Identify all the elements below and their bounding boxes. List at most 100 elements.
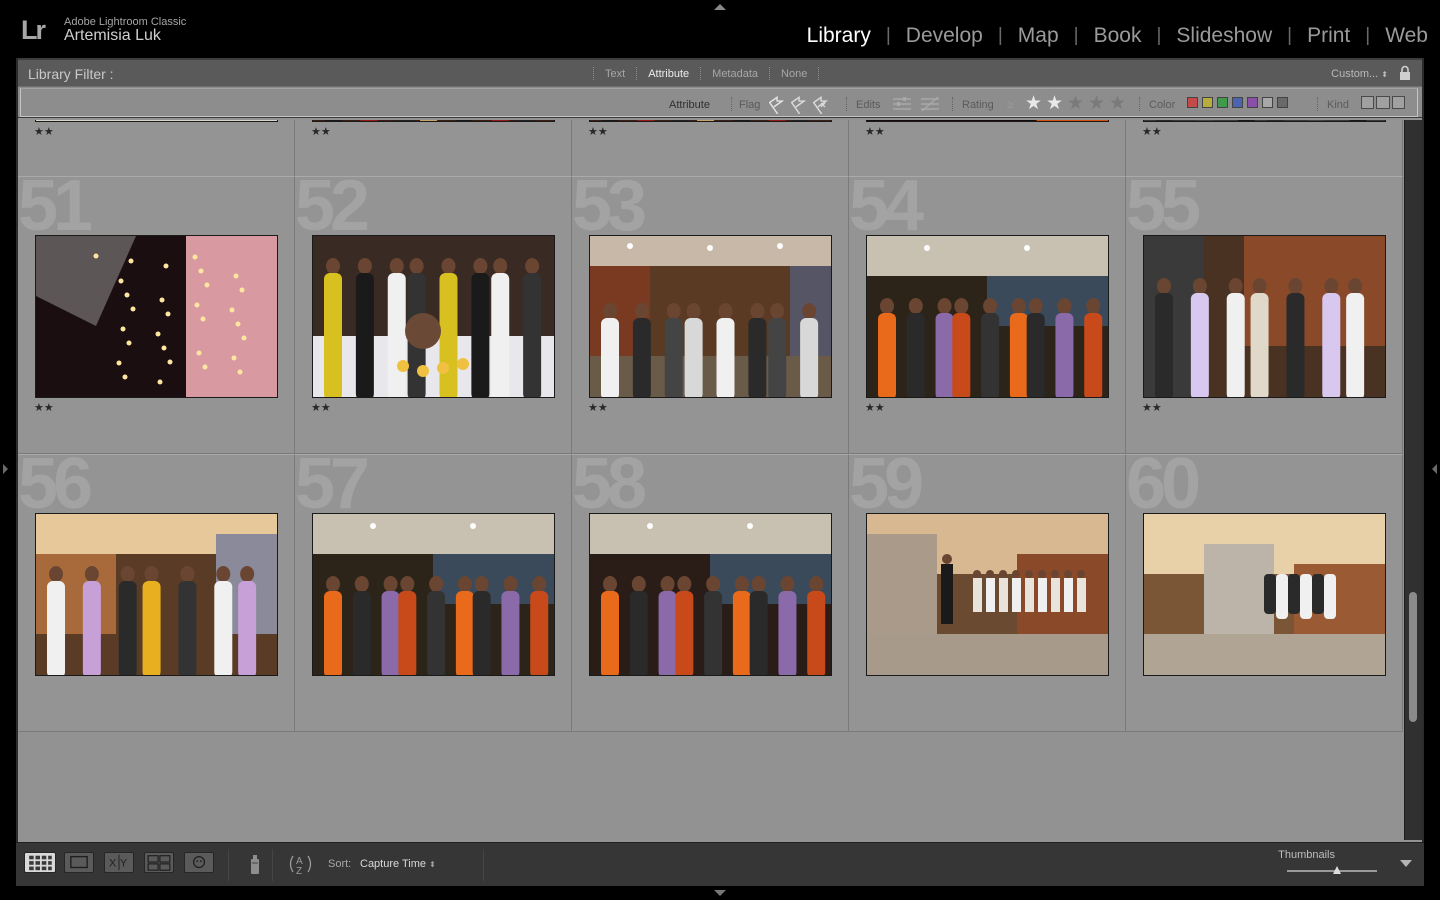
sort-direction-icon[interactable]: AZ	[286, 853, 322, 875]
photo-rating[interactable]: ★★	[311, 401, 331, 414]
rating-star-icon[interactable]: ★	[1067, 94, 1084, 114]
module-print[interactable]: Print	[1307, 24, 1350, 48]
videos-icon[interactable]	[1392, 96, 1405, 109]
grid-cell[interactable]: 55 ★★	[1126, 176, 1403, 454]
tab-none[interactable]: None	[770, 68, 818, 80]
attribute-heading: Attribute	[669, 99, 710, 111]
color-label-swatch[interactable]	[1262, 97, 1273, 108]
photo-rating[interactable]: ★★	[865, 125, 885, 138]
rating-star-icon[interactable]: ★	[1109, 94, 1126, 114]
photo-rating[interactable]: ★★	[311, 125, 331, 138]
compare-view-icon[interactable]: XY	[104, 852, 134, 873]
collapse-top-panel-icon[interactable]	[714, 4, 726, 10]
color-label-swatch[interactable]	[1217, 97, 1228, 108]
module-map[interactable]: Map	[1018, 24, 1059, 48]
edits-label: Edits	[856, 99, 881, 111]
photo-thumbnail[interactable]	[1143, 235, 1386, 398]
photo-thumbnail[interactable]	[866, 235, 1109, 398]
photo-thumbnail[interactable]	[312, 513, 555, 676]
color-label-swatch[interactable]	[1277, 97, 1288, 108]
loupe-view-icon[interactable]	[64, 852, 94, 873]
divider	[1139, 97, 1140, 111]
grid-cell[interactable]: ★★	[1126, 120, 1403, 178]
unflagged-flag-icon[interactable]	[791, 94, 809, 114]
left-panel-toggle-icon[interactable]	[3, 464, 8, 474]
color-label-swatch[interactable]	[1247, 97, 1258, 108]
module-picker: Library | Develop | Map | Book | Slideshow | Print…	[807, 24, 1428, 48]
grid-cell[interactable]: 53 ★★	[572, 176, 849, 454]
photo-thumbnail[interactable]	[35, 120, 278, 122]
virtual-copies-icon[interactable]	[1376, 96, 1390, 109]
unedited-icon[interactable]	[919, 95, 941, 113]
lock-icon[interactable]	[1399, 65, 1411, 81]
grid-cell[interactable]: 60	[1126, 454, 1403, 732]
color-label-swatch[interactable]	[1187, 97, 1198, 108]
grid-cell[interactable]: 2 ★★	[572, 120, 849, 178]
module-develop[interactable]: Develop	[906, 24, 983, 48]
grid-cell[interactable]: 54 ★★	[849, 176, 1126, 454]
photo-thumbnail[interactable]	[1143, 120, 1386, 122]
rating-star-icon[interactable]: ★	[1046, 94, 1063, 114]
module-slideshow[interactable]: Slideshow	[1176, 24, 1272, 48]
grid-cell[interactable]: 59	[849, 454, 1126, 732]
photo-thumbnail[interactable]	[866, 120, 1109, 122]
sort-dropdown[interactable]: Capture Time ⬍	[360, 858, 436, 870]
filter-preset-dropdown[interactable]: Custom... ⬍	[1331, 68, 1388, 80]
people-view-icon[interactable]	[184, 852, 214, 873]
edited-icon[interactable]	[891, 95, 913, 113]
tab-metadata[interactable]: Metadata	[701, 68, 769, 80]
flagged-flag-icon[interactable]	[769, 94, 787, 114]
tab-attribute[interactable]: Attribute	[637, 68, 700, 80]
grid-cell[interactable]: 58	[572, 454, 849, 732]
photo-thumbnail[interactable]: 2	[589, 120, 832, 122]
survey-view-icon[interactable]	[144, 852, 174, 873]
photo-thumbnail[interactable]	[1143, 513, 1386, 676]
lightroom-window: Lr Adobe Lightroom Classic Artemisia Luk…	[0, 0, 1440, 900]
photo-rating[interactable]: ★★	[1142, 125, 1162, 138]
photo-thumbnail[interactable]	[589, 235, 832, 398]
photo-rating[interactable]: ★★	[865, 401, 885, 414]
grid-cell[interactable]: ★★	[18, 120, 295, 178]
grid-cell[interactable]: ★★	[295, 120, 572, 178]
photo-thumbnail[interactable]	[312, 235, 555, 398]
grid-cell[interactable]: 56	[18, 454, 295, 732]
svg-text:X: X	[109, 858, 116, 870]
photo-thumbnail[interactable]	[35, 513, 278, 676]
photo-rating[interactable]: ★★	[34, 125, 54, 138]
grid-cell[interactable]: 57	[295, 454, 572, 732]
thumbnail-size-slider-knob[interactable]	[1332, 866, 1341, 874]
scrollbar-thumb[interactable]	[1409, 592, 1417, 722]
right-panel-toggle-icon[interactable]	[1432, 464, 1437, 474]
grid-view-icon[interactable]	[24, 852, 56, 873]
photo-rating[interactable]: ★★	[1142, 401, 1162, 414]
photo-thumbnail[interactable]	[35, 235, 278, 398]
toolbar-content-menu-icon[interactable]	[1400, 860, 1412, 867]
photo-thumbnail[interactable]	[312, 120, 555, 122]
module-book[interactable]: Book	[1094, 24, 1142, 48]
color-label-swatch[interactable]	[1202, 97, 1213, 108]
painter-spray-can-icon[interactable]	[248, 852, 262, 876]
photo-thumbnail[interactable]	[866, 513, 1109, 676]
collapse-filmstrip-icon[interactable]	[714, 890, 726, 896]
rating-star-icon[interactable]: ★	[1088, 94, 1105, 114]
photo-rating[interactable]: ★★	[588, 125, 608, 138]
photo-rating[interactable]: ★★	[588, 401, 608, 414]
master-photos-icon[interactable]	[1361, 96, 1374, 109]
color-label-swatch[interactable]	[1232, 97, 1243, 108]
rating-operator[interactable]: ≥	[1007, 99, 1013, 111]
tab-text[interactable]: Text	[594, 68, 636, 80]
grid-cell[interactable]: ★★	[849, 120, 1126, 178]
grid-scrollbar[interactable]	[1404, 120, 1422, 840]
module-library[interactable]: Library	[807, 24, 871, 48]
photo-rating[interactable]: ★★	[34, 401, 54, 414]
grid-cell[interactable]: 51 ★★	[18, 176, 295, 454]
filter-preset-label: Custom...	[1331, 68, 1379, 80]
grid-cell[interactable]: 52 ★★	[295, 176, 572, 454]
rating-star-icon[interactable]: ★	[1025, 94, 1042, 114]
divider	[731, 97, 732, 111]
rejected-flag-icon[interactable]	[813, 94, 831, 114]
photo-thumbnail[interactable]	[589, 513, 832, 676]
thumbnail-size-slider[interactable]	[1287, 866, 1377, 874]
divider	[1317, 97, 1318, 111]
module-web[interactable]: Web	[1385, 24, 1428, 48]
